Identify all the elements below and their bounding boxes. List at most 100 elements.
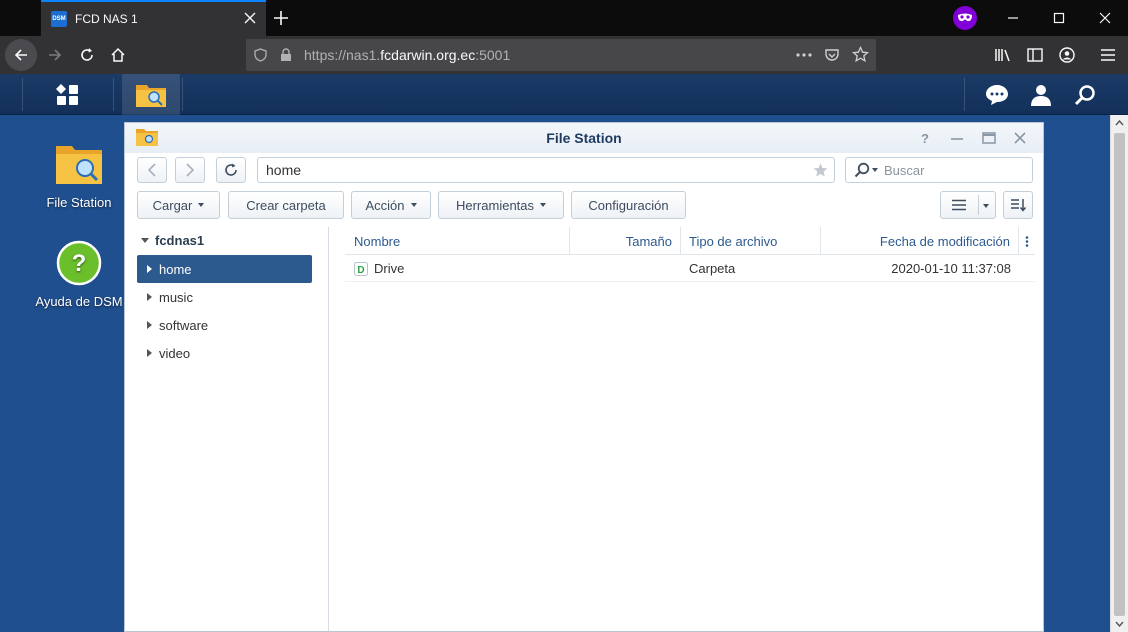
back-button[interactable] (137, 157, 167, 183)
home-button[interactable] (103, 40, 133, 70)
help-question-icon[interactable]: ? (917, 130, 933, 146)
sort-button[interactable] (1003, 191, 1033, 219)
desktop-icon-label: File Station (46, 195, 112, 210)
dsm-search-button[interactable] (1066, 74, 1104, 115)
tree-item-software[interactable]: software (137, 311, 312, 339)
column-options-icon[interactable] (1025, 236, 1029, 247)
close-icon[interactable] (1012, 130, 1028, 146)
account-icon (1059, 47, 1075, 63)
search-placeholder: Buscar (884, 162, 925, 178)
sidebar-icon (1027, 48, 1043, 62)
page-actions-icon[interactable] (796, 53, 812, 57)
tree-root[interactable]: fcdnas1 (141, 233, 204, 248)
path-text: home (266, 162, 302, 178)
dsm-favicon: DSM (51, 11, 67, 27)
maximize-icon[interactable] (981, 130, 997, 146)
main-menu-button[interactable] (23, 74, 113, 115)
main-menu-icon (56, 83, 78, 105)
navigation-toolbar: home Buscar (125, 153, 1043, 187)
taskbar-divider (113, 78, 114, 111)
browser-tab-bar: DSM FCD NAS 1 (0, 0, 1128, 36)
user-options-button[interactable] (1022, 74, 1060, 115)
notifications-button[interactable] (978, 74, 1016, 115)
close-window-button[interactable] (1082, 0, 1128, 36)
collapsed-caret-icon (147, 293, 152, 301)
folder-search-icon (136, 129, 158, 146)
forward-button[interactable] (40, 40, 70, 70)
list-view-icon (952, 199, 966, 211)
view-mode-button[interactable] (940, 191, 996, 219)
reload-button[interactable] (72, 40, 102, 70)
collapsed-caret-icon (147, 321, 152, 329)
dsm-taskbar (0, 74, 1128, 115)
search-options-caret[interactable] (872, 168, 878, 172)
favorite-star-icon[interactable] (813, 163, 828, 178)
collapsed-caret-icon (147, 349, 152, 357)
chevron-down-icon[interactable] (983, 204, 989, 208)
page-scrollbar[interactable] (1110, 115, 1128, 632)
lock-icon[interactable] (280, 48, 292, 62)
file-station-window: File Station ? home Buscar Cargar Crear … (124, 122, 1044, 632)
library-button[interactable] (988, 40, 1018, 70)
svg-text:?: ? (72, 250, 87, 277)
arrow-left-icon (14, 49, 27, 61)
sidebar-button[interactable] (1020, 40, 1050, 70)
refresh-icon (225, 163, 237, 176)
browser-tab[interactable]: DSM FCD NAS 1 (41, 0, 266, 36)
search-input[interactable]: Buscar (845, 157, 1033, 183)
drive-folder-icon: D (354, 261, 368, 276)
window-title-bar[interactable]: File Station ? (125, 123, 1043, 153)
chat-bubble-icon (986, 84, 1008, 105)
column-size[interactable]: Tamaño (570, 227, 681, 255)
minimize-icon (1008, 17, 1018, 19)
taskbar-file-station[interactable] (122, 74, 180, 115)
minimize-icon[interactable] (949, 130, 965, 146)
tree-item-home[interactable]: home (137, 255, 312, 283)
forward-button[interactable] (175, 157, 205, 183)
refresh-button[interactable] (216, 157, 246, 183)
chevron-left-icon (147, 163, 156, 177)
back-button[interactable] (5, 39, 37, 71)
account-button[interactable] (1052, 40, 1082, 70)
new-tab-icon[interactable] (272, 9, 290, 27)
svg-text:D: D (357, 265, 364, 276)
desktop-dsm-help[interactable]: ? Ayuda de DSM (29, 240, 129, 309)
maximize-window-button[interactable] (1036, 0, 1082, 36)
column-modified[interactable]: Fecha de modificación (821, 227, 1019, 255)
upload-button[interactable]: Cargar (137, 191, 220, 219)
bookmark-star-icon[interactable] (852, 46, 869, 63)
menu-button[interactable] (1093, 40, 1123, 70)
url-bar[interactable]: https://nas1.fcdarwin.org.ec:5001 (246, 39, 876, 71)
tree-item-video[interactable]: video (137, 339, 312, 367)
column-type[interactable]: Tipo de archivo (681, 227, 821, 255)
tree-item-music[interactable]: music (137, 283, 312, 311)
pocket-icon[interactable] (824, 47, 840, 63)
shield-icon[interactable] (254, 48, 267, 62)
chevron-down-icon (410, 203, 417, 207)
tab-title: FCD NAS 1 (75, 12, 138, 26)
action-button[interactable]: Acción (351, 191, 431, 219)
taskbar-divider (964, 78, 965, 111)
column-name[interactable]: Nombre (345, 227, 570, 255)
url-text: https://nas1.fcdarwin.org.ec:5001 (304, 47, 511, 63)
expand-caret-icon (141, 238, 149, 243)
tools-button[interactable]: Herramientas (438, 191, 564, 219)
chevron-down-icon (198, 203, 205, 207)
desktop-file-station[interactable]: File Station (29, 140, 129, 210)
scrollbar-thumb[interactable] (1114, 133, 1125, 616)
home-icon (111, 47, 125, 62)
path-field[interactable]: home (257, 157, 835, 183)
file-type-cell: Carpeta (689, 261, 736, 276)
scroll-up-icon[interactable] (1115, 120, 1124, 126)
create-folder-button[interactable]: Crear carpeta (228, 191, 344, 219)
private-browsing-icon (953, 6, 977, 30)
settings-button[interactable]: Configuración (571, 191, 686, 219)
reload-icon (81, 48, 93, 61)
tab-close-icon[interactable] (244, 12, 256, 24)
scroll-down-icon[interactable] (1115, 621, 1124, 627)
table-row[interactable]: D Drive Carpeta 2020-01-10 11:37:08 (345, 255, 1035, 282)
browser-nav-bar: https://nas1.fcdarwin.org.ec:5001 (0, 36, 1128, 74)
taskbar-divider (182, 78, 183, 111)
button-divider (978, 195, 979, 215)
minimize-window-button[interactable] (990, 0, 1036, 36)
